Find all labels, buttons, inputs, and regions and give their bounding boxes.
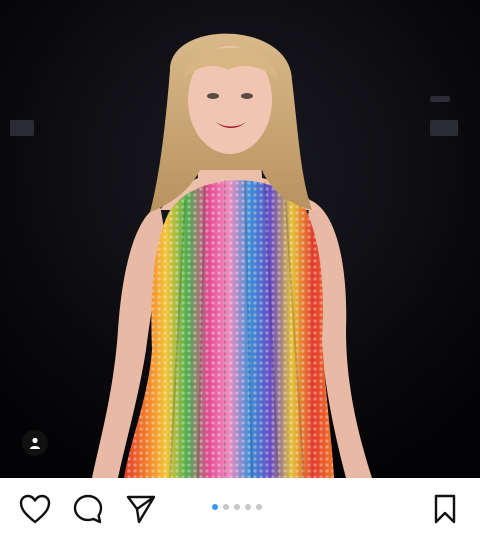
user-tag-icon[interactable] [22, 430, 48, 456]
performer-photo [0, 0, 480, 478]
carousel-dot [256, 504, 262, 510]
heart-icon[interactable] [18, 492, 52, 526]
carousel-dot [234, 504, 240, 510]
carousel-dot-active [212, 504, 218, 510]
carousel-dot [223, 504, 229, 510]
post-photo[interactable] [0, 0, 480, 478]
instagram-post [0, 0, 480, 534]
post-action-bar [0, 478, 480, 534]
send-icon[interactable] [124, 492, 158, 526]
comment-icon[interactable] [71, 492, 105, 526]
carousel-dot [245, 504, 251, 510]
bookmark-icon[interactable] [428, 492, 462, 526]
carousel-indicator [212, 504, 262, 510]
